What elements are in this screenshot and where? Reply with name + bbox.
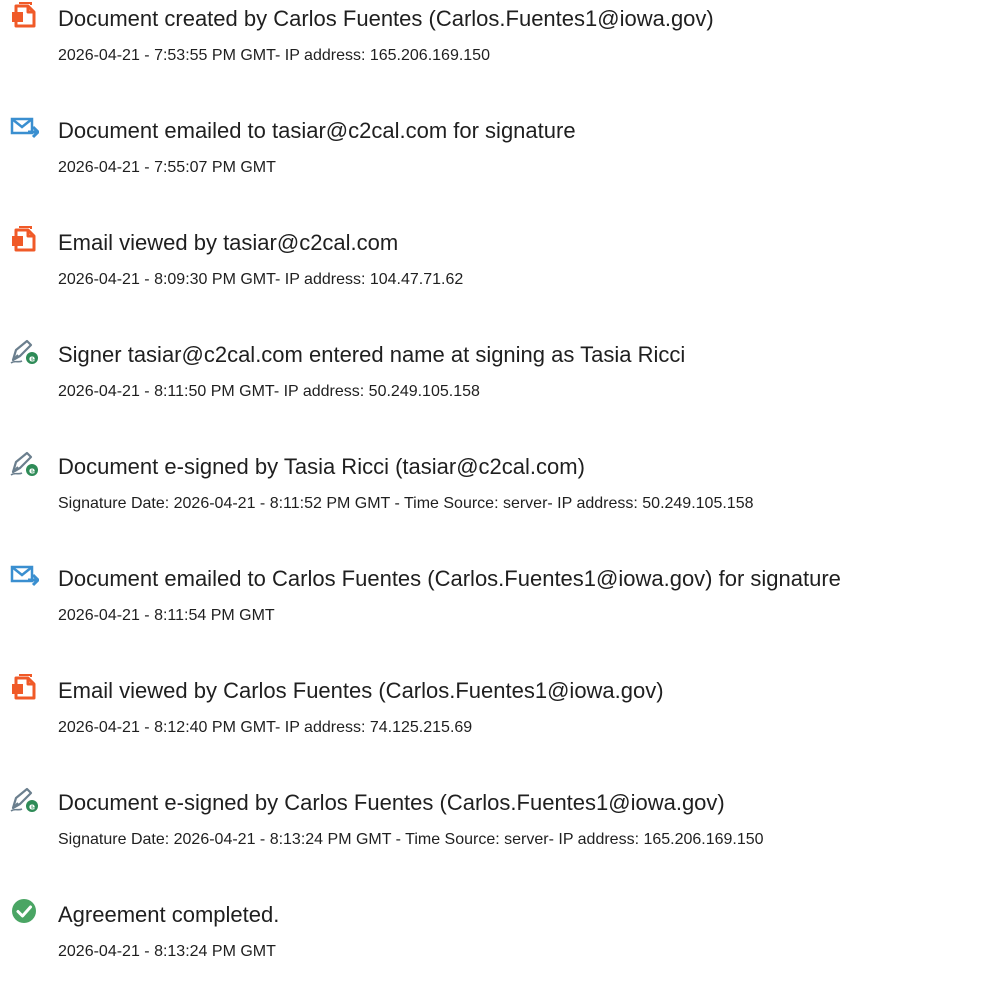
event-timestamp: Signature Date: 2026-04-21 - 8:11:52 PM …: [58, 495, 754, 512]
check-circle-icon: [9, 896, 39, 926]
event-timestamp: 2026-04-21 - 7:53:55 PM GMT- IP address:…: [58, 47, 490, 64]
event-title: Agreement completed.: [58, 902, 280, 927]
event-title: Document emailed to tasiar@c2cal.com for…: [58, 118, 576, 143]
audit-event-email-viewed: Email viewed by Carlos Fuentes (Carlos.F…: [0, 672, 1006, 752]
audit-event-email-viewed: Email viewed by tasiar@c2cal.com 2026-04…: [0, 224, 1006, 304]
event-timestamp: 2026-04-21 - 7:55:07 PM GMT: [58, 159, 276, 176]
event-title: Document created by Carlos Fuentes (Carl…: [58, 6, 714, 31]
audit-event-document-created: Document created by Carlos Fuentes (Carl…: [0, 0, 1006, 80]
event-title: Document emailed to Carlos Fuentes (Carl…: [58, 566, 841, 591]
audit-history-list: Document created by Carlos Fuentes (Carl…: [0, 0, 1006, 994]
event-timestamp: Signature Date: 2026-04-21 - 8:13:24 PM …: [58, 831, 764, 848]
svg-text:e: e: [29, 467, 35, 477]
esign-pen-icon: e: [9, 448, 39, 478]
event-timestamp: 2026-04-21 - 8:11:50 PM GMT- IP address:…: [58, 383, 480, 400]
event-timestamp: 2026-04-21 - 8:13:24 PM GMT: [58, 943, 276, 960]
document-icon: [9, 672, 39, 702]
audit-event-emailed: Document emailed to Carlos Fuentes (Carl…: [0, 560, 1006, 640]
event-title: Document e-signed by Tasia Ricci (tasiar…: [58, 454, 585, 479]
esign-pen-icon: e: [9, 784, 39, 814]
email-sent-icon: [9, 560, 39, 590]
esign-pen-icon: e: [9, 336, 39, 366]
audit-event-e-signed: e Document e-signed by Tasia Ricci (tasi…: [0, 448, 1006, 528]
audit-event-signer-name: e Signer tasiar@c2cal.com entered name a…: [0, 336, 1006, 416]
audit-event-e-signed: e Document e-signed by Carlos Fuentes (C…: [0, 784, 1006, 864]
document-icon: [9, 0, 39, 30]
event-title: Email viewed by tasiar@c2cal.com: [58, 230, 399, 255]
event-timestamp: 2026-04-21 - 8:09:30 PM GMT- IP address:…: [58, 271, 464, 288]
audit-event-agreement-completed: Agreement completed. 2026-04-21 - 8:13:2…: [0, 896, 1006, 976]
event-title: Signer tasiar@c2cal.com entered name at …: [58, 342, 686, 367]
svg-text:e: e: [29, 355, 35, 365]
document-icon: [9, 224, 39, 254]
email-sent-icon: [9, 112, 39, 142]
event-title: Document e-signed by Carlos Fuentes (Car…: [58, 790, 725, 815]
audit-event-emailed: Document emailed to tasiar@c2cal.com for…: [0, 112, 1006, 192]
svg-text:e: e: [29, 803, 35, 813]
event-title: Email viewed by Carlos Fuentes (Carlos.F…: [58, 678, 664, 703]
event-timestamp: 2026-04-21 - 8:11:54 PM GMT: [58, 607, 275, 624]
event-timestamp: 2026-04-21 - 8:12:40 PM GMT- IP address:…: [58, 719, 473, 736]
